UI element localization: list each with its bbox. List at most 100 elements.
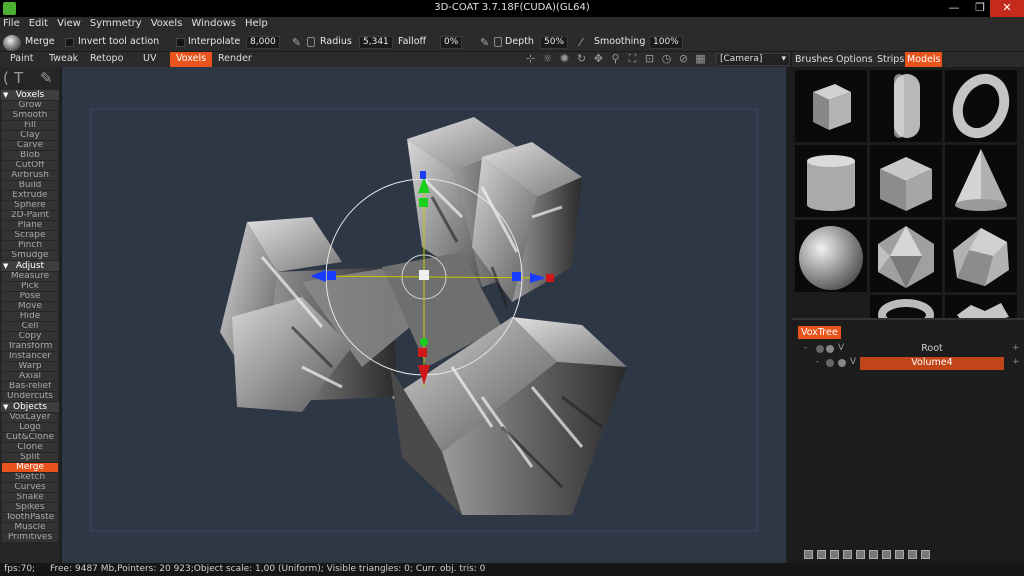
tab-models[interactable]: Models bbox=[905, 52, 943, 67]
tool-plane[interactable]: Plane bbox=[2, 220, 58, 230]
camera-select[interactable]: [Camera] ▾ bbox=[716, 53, 790, 66]
model-cone[interactable] bbox=[945, 145, 1017, 217]
model-cube[interactable] bbox=[795, 70, 867, 142]
menu-voxels[interactable]: Voxels bbox=[148, 17, 189, 33]
menu-symmetry[interactable]: Symmetry bbox=[87, 17, 148, 33]
menu-help[interactable]: Help bbox=[242, 17, 274, 33]
lock-icon[interactable] bbox=[307, 37, 315, 47]
tool-cut-clone[interactable]: Cut&Clone bbox=[2, 432, 58, 442]
tool-build[interactable]: Build bbox=[2, 180, 58, 190]
close-button[interactable]: ✕ bbox=[990, 0, 1024, 17]
tool-airbrush[interactable]: Airbrush bbox=[2, 170, 58, 180]
tab-brushes[interactable]: Brushes bbox=[793, 52, 835, 67]
tool-pinch[interactable]: Pinch bbox=[2, 240, 58, 250]
interpolate-checkbox[interactable] bbox=[176, 38, 185, 47]
tab-voxtree[interactable]: VoxTree bbox=[798, 326, 841, 339]
ghost-icon[interactable] bbox=[838, 359, 846, 367]
tool-cutoff[interactable]: CutOff bbox=[2, 160, 58, 170]
visibility-toggle[interactable]: V bbox=[838, 343, 844, 353]
tab-options[interactable]: Options bbox=[834, 52, 875, 67]
tool-hide[interactable]: Hide bbox=[2, 311, 58, 321]
menu-edit[interactable]: Edit bbox=[26, 17, 54, 33]
tool-snake[interactable]: Snake bbox=[2, 492, 58, 502]
pen-icon[interactable]: ✎ bbox=[40, 69, 53, 87]
category-objects[interactable]: ▼ Objects bbox=[1, 402, 59, 412]
tab-tweak[interactable]: Tweak bbox=[43, 52, 84, 67]
pen-pressure-icon[interactable]: ✎ bbox=[292, 36, 301, 49]
tool-measure[interactable]: Measure bbox=[2, 271, 58, 281]
rotate-icon[interactable]: ↻ bbox=[575, 53, 588, 66]
model-rock[interactable] bbox=[945, 295, 1017, 318]
tool-grow[interactable]: Grow bbox=[2, 100, 58, 110]
gizmo-center-handle[interactable] bbox=[419, 270, 429, 280]
tool-sphere[interactable]: Sphere bbox=[2, 200, 58, 210]
category-voxels[interactable]: ▼ Voxels bbox=[1, 90, 59, 100]
tool-2d-paint[interactable]: 2D-Paint bbox=[2, 210, 58, 220]
pan-icon[interactable]: ✥ bbox=[592, 53, 605, 66]
move-up-icon[interactable] bbox=[895, 550, 904, 559]
gizmo-x-handle[interactable] bbox=[512, 272, 521, 281]
tab-paint[interactable]: Paint bbox=[4, 52, 40, 67]
split-icon[interactable] bbox=[869, 550, 878, 559]
tool-transform[interactable]: Transform bbox=[2, 341, 58, 351]
export-icon[interactable] bbox=[921, 550, 930, 559]
viewport-canvas[interactable] bbox=[62, 67, 786, 563]
interpolate-field[interactable]: 8,000 bbox=[246, 36, 280, 49]
collapse-triangle-icon[interactable]: ▼ bbox=[3, 90, 8, 100]
pen-pressure-icon[interactable]: ✎ bbox=[480, 36, 489, 49]
clone-icon[interactable] bbox=[882, 550, 891, 559]
layer-name[interactable]: Volume4 bbox=[860, 357, 1004, 370]
model-box[interactable] bbox=[870, 145, 942, 217]
add-layer-icon[interactable]: + bbox=[1012, 343, 1020, 353]
expand-toggle[interactable]: - bbox=[816, 357, 819, 367]
grid-icon[interactable]: ▦ bbox=[694, 53, 707, 66]
sun-icon[interactable]: ✺ bbox=[558, 53, 571, 66]
move-down-icon[interactable] bbox=[908, 550, 917, 559]
tool-smooth[interactable]: Smooth bbox=[2, 110, 58, 120]
tool-pick[interactable]: Pick bbox=[2, 281, 58, 291]
depth-field[interactable]: 50% bbox=[540, 36, 569, 49]
tab-retopo[interactable]: Retopo bbox=[84, 52, 129, 67]
tool-voxlayer[interactable]: VoxLayer bbox=[2, 412, 58, 422]
collapse-triangle-icon[interactable]: ▼ bbox=[3, 261, 8, 271]
zoom-icon[interactable]: ⚲ bbox=[609, 53, 622, 66]
expand-toggle[interactable]: - bbox=[804, 343, 807, 353]
delete-icon[interactable] bbox=[817, 550, 826, 559]
ghost-icon[interactable] bbox=[826, 345, 834, 353]
tab-voxels[interactable]: Voxels bbox=[170, 52, 213, 67]
falloff-field[interactable]: 0% bbox=[440, 36, 463, 49]
model-dodecahedron[interactable] bbox=[945, 220, 1017, 292]
merge-icon[interactable] bbox=[856, 550, 865, 559]
collapse-triangle-icon[interactable]: ▼ bbox=[3, 402, 8, 412]
tool-carve[interactable]: Carve bbox=[2, 140, 58, 150]
tab-strips[interactable]: Strips bbox=[875, 52, 906, 67]
tool-toothpaste[interactable]: ToothPaste bbox=[2, 512, 58, 522]
menu-windows[interactable]: Windows bbox=[188, 17, 242, 33]
menu-view[interactable]: View bbox=[54, 17, 87, 33]
tool-preview-icon[interactable] bbox=[3, 35, 21, 51]
tool-logo[interactable]: Logo bbox=[2, 422, 58, 432]
viewport[interactable] bbox=[62, 67, 786, 563]
voxtree-row-volume[interactable]: - V Volume4 + bbox=[792, 356, 1024, 370]
model-capsule[interactable] bbox=[870, 70, 942, 142]
tab-render[interactable]: Render bbox=[212, 52, 258, 67]
duplicate-icon[interactable] bbox=[830, 550, 839, 559]
no-icon[interactable]: ⊘ bbox=[677, 53, 690, 66]
frame-icon[interactable]: ⊡ bbox=[643, 53, 656, 66]
tool-instancer[interactable]: Instancer bbox=[2, 351, 58, 361]
voxtree-row-root[interactable]: - V Root + bbox=[792, 342, 1024, 356]
clock-icon[interactable]: ◷ bbox=[660, 53, 673, 66]
tool-primitives[interactable]: Primitives bbox=[2, 532, 58, 542]
tool-split[interactable]: Split bbox=[2, 452, 58, 462]
smoothing-field[interactable]: 100% bbox=[649, 36, 683, 49]
tool-curves[interactable]: Curves bbox=[2, 482, 58, 492]
tool-sketch[interactable]: Sketch bbox=[2, 472, 58, 482]
model-sphere[interactable] bbox=[795, 220, 867, 292]
ball-icon[interactable] bbox=[843, 550, 852, 559]
model-torus-knot[interactable] bbox=[870, 295, 942, 318]
fit-icon[interactable]: ⛶ bbox=[626, 53, 639, 66]
radius-field[interactable]: 5,341 bbox=[359, 36, 393, 49]
tool-copy[interactable]: Copy bbox=[2, 331, 58, 341]
model-cylinder[interactable] bbox=[795, 145, 867, 217]
tool-blob[interactable]: Blob bbox=[2, 150, 58, 160]
